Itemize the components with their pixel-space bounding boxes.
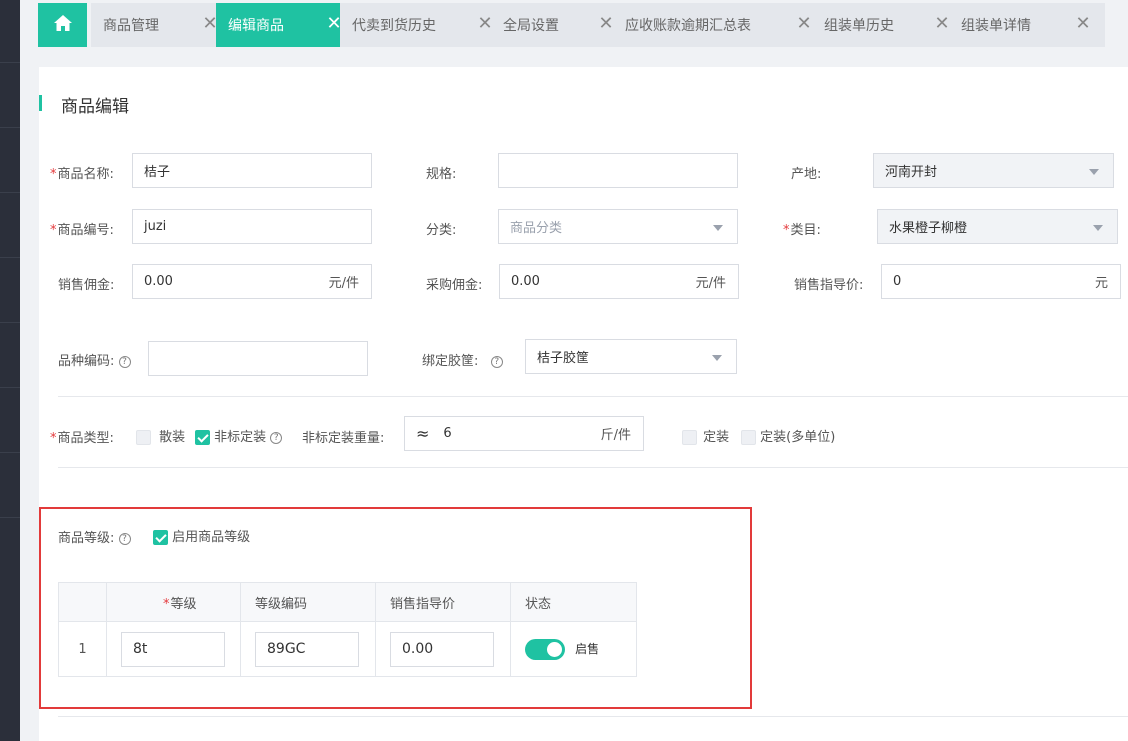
tab-label: 代卖到货历史	[352, 18, 436, 34]
home-icon	[53, 14, 73, 36]
checkbox-checked[interactable]	[153, 530, 168, 545]
category-select[interactable]: 商品分类	[498, 209, 738, 244]
guide-price-input[interactable]: 0元	[881, 264, 1121, 299]
divider	[58, 716, 1128, 717]
chevron-down-icon	[1089, 169, 1099, 175]
column-header: 等级编码	[240, 582, 376, 622]
grade-input[interactable]: 8t	[121, 631, 225, 667]
spec-label: 规格:	[426, 167, 457, 182]
crate-label: 绑定胶筐: ?	[422, 350, 503, 369]
origin-label: 产地:	[791, 167, 822, 182]
tab-label: 全局设置	[503, 18, 559, 34]
checkbox[interactable]	[741, 430, 756, 445]
chevron-down-icon	[712, 355, 722, 361]
column-header: *等级	[106, 582, 241, 622]
chevron-down-icon	[713, 225, 723, 231]
grade-cell: 8t	[106, 621, 241, 677]
origin-select[interactable]: 河南开封	[873, 153, 1114, 188]
help-icon[interactable]: ?	[118, 355, 131, 368]
tab-label: 应收账款逾期汇总表	[625, 18, 751, 34]
purchase-commission-label: 采购佣金:	[426, 278, 483, 293]
approx-icon: ≈	[416, 424, 430, 443]
grade-label: 商品等级: ?	[58, 527, 131, 546]
tab-assembly-history[interactable]: 组装单历史 ✕	[812, 3, 964, 47]
grade-code-input[interactable]: 89GC	[255, 631, 359, 667]
close-icon[interactable]: ✕	[794, 14, 814, 34]
subcategory-select[interactable]: 水果橙子柳橙	[877, 209, 1118, 244]
status-cell: 启售	[510, 621, 637, 677]
product-code-label: *商品编号:	[50, 223, 114, 238]
chevron-down-icon	[1093, 225, 1103, 231]
spec-input[interactable]	[498, 153, 738, 188]
variety-code-label: 品种编码: ?	[58, 350, 131, 369]
tab-label: 组装单历史	[824, 18, 894, 34]
help-icon[interactable]: ?	[118, 532, 131, 545]
sales-commission-label: 销售佣金:	[58, 278, 115, 293]
column-header: 状态	[510, 582, 637, 622]
tab-home[interactable]	[38, 3, 87, 47]
title-accent-bar	[39, 95, 42, 111]
help-icon[interactable]: ?	[490, 355, 503, 368]
divider	[58, 396, 1128, 397]
grade-table: *等级 等级编码 销售指导价 状态 1 8t 89GC 0.00 启售	[58, 582, 637, 677]
category-label: 分类:	[426, 223, 457, 238]
product-type-label: *商品类型:	[50, 431, 114, 446]
product-name-label: *商品名称:	[50, 167, 114, 182]
checkbox[interactable]	[136, 430, 151, 445]
status-label: 启售	[575, 641, 600, 656]
content-panel: 商品编辑 *商品名称: 桔子 规格: 产地: 河南开封 *商品编号: juzi …	[39, 67, 1128, 741]
type-bulk-option[interactable]: 散装	[136, 426, 185, 445]
column-header	[58, 582, 107, 622]
product-name-input[interactable]: 桔子	[132, 153, 372, 188]
subcategory-label: *类目:	[783, 223, 821, 238]
type-fixed-multi-option[interactable]: 定装(多单位)	[741, 426, 835, 445]
product-code-input[interactable]: juzi	[132, 209, 372, 244]
divider	[58, 467, 1128, 468]
nonstandard-weight-input[interactable]: ≈6 斤/件	[404, 416, 644, 451]
tab-label: 商品管理	[103, 18, 159, 34]
row-index: 1	[58, 621, 107, 677]
guide-price-label: 销售指导价:	[794, 278, 864, 293]
status-toggle[interactable]	[525, 638, 565, 660]
column-header: 销售指导价	[375, 582, 511, 622]
tab-assembly-detail[interactable]: 组装单详情 ✕	[949, 3, 1105, 47]
tab-label: 组装单详情	[961, 18, 1031, 34]
sidebar	[0, 0, 20, 741]
price-cell: 0.00	[375, 621, 511, 677]
type-fixed-option[interactable]: 定装	[682, 426, 729, 445]
close-icon[interactable]: ✕	[1073, 14, 1093, 34]
type-nonstandard-option[interactable]: 非标定装 ?	[195, 426, 283, 445]
checkbox[interactable]	[682, 430, 697, 445]
tab-edit-product[interactable]: 编辑商品 ✕	[216, 3, 356, 47]
table-row: 1 8t 89GC 0.00 启售	[58, 621, 637, 677]
tab-global-settings[interactable]: 全局设置 ✕	[491, 3, 628, 47]
code-cell: 89GC	[240, 621, 376, 677]
nonstandard-weight-label: 非标定装重量:	[302, 431, 385, 446]
grade-price-input[interactable]: 0.00	[390, 631, 494, 667]
tab-bar: 商品管理 ✕ 编辑商品 ✕ 代卖到货历史 ✕ 全局设置 ✕ 应收账款逾期汇总表 …	[20, 0, 1128, 57]
tab-receivables-overdue[interactable]: 应收账款逾期汇总表 ✕	[613, 3, 826, 47]
tab-product-management[interactable]: 商品管理 ✕	[91, 3, 232, 47]
purchase-commission-input[interactable]: 0.00 元/件	[499, 264, 739, 299]
tab-label: 编辑商品	[228, 18, 284, 34]
page-title: 商品编辑	[61, 97, 129, 117]
help-icon[interactable]: ?	[270, 431, 283, 444]
crate-select[interactable]: 桔子胶筐	[525, 339, 737, 374]
sales-commission-input[interactable]: 0.00 元/件	[132, 264, 372, 299]
variety-code-input[interactable]	[148, 341, 368, 376]
checkbox-checked[interactable]	[195, 430, 210, 445]
tab-consignment-history[interactable]: 代卖到货历史 ✕	[340, 3, 507, 47]
enable-grade-option[interactable]: 启用商品等级	[153, 526, 250, 545]
table-header-row: *等级 等级编码 销售指导价 状态	[58, 582, 637, 622]
